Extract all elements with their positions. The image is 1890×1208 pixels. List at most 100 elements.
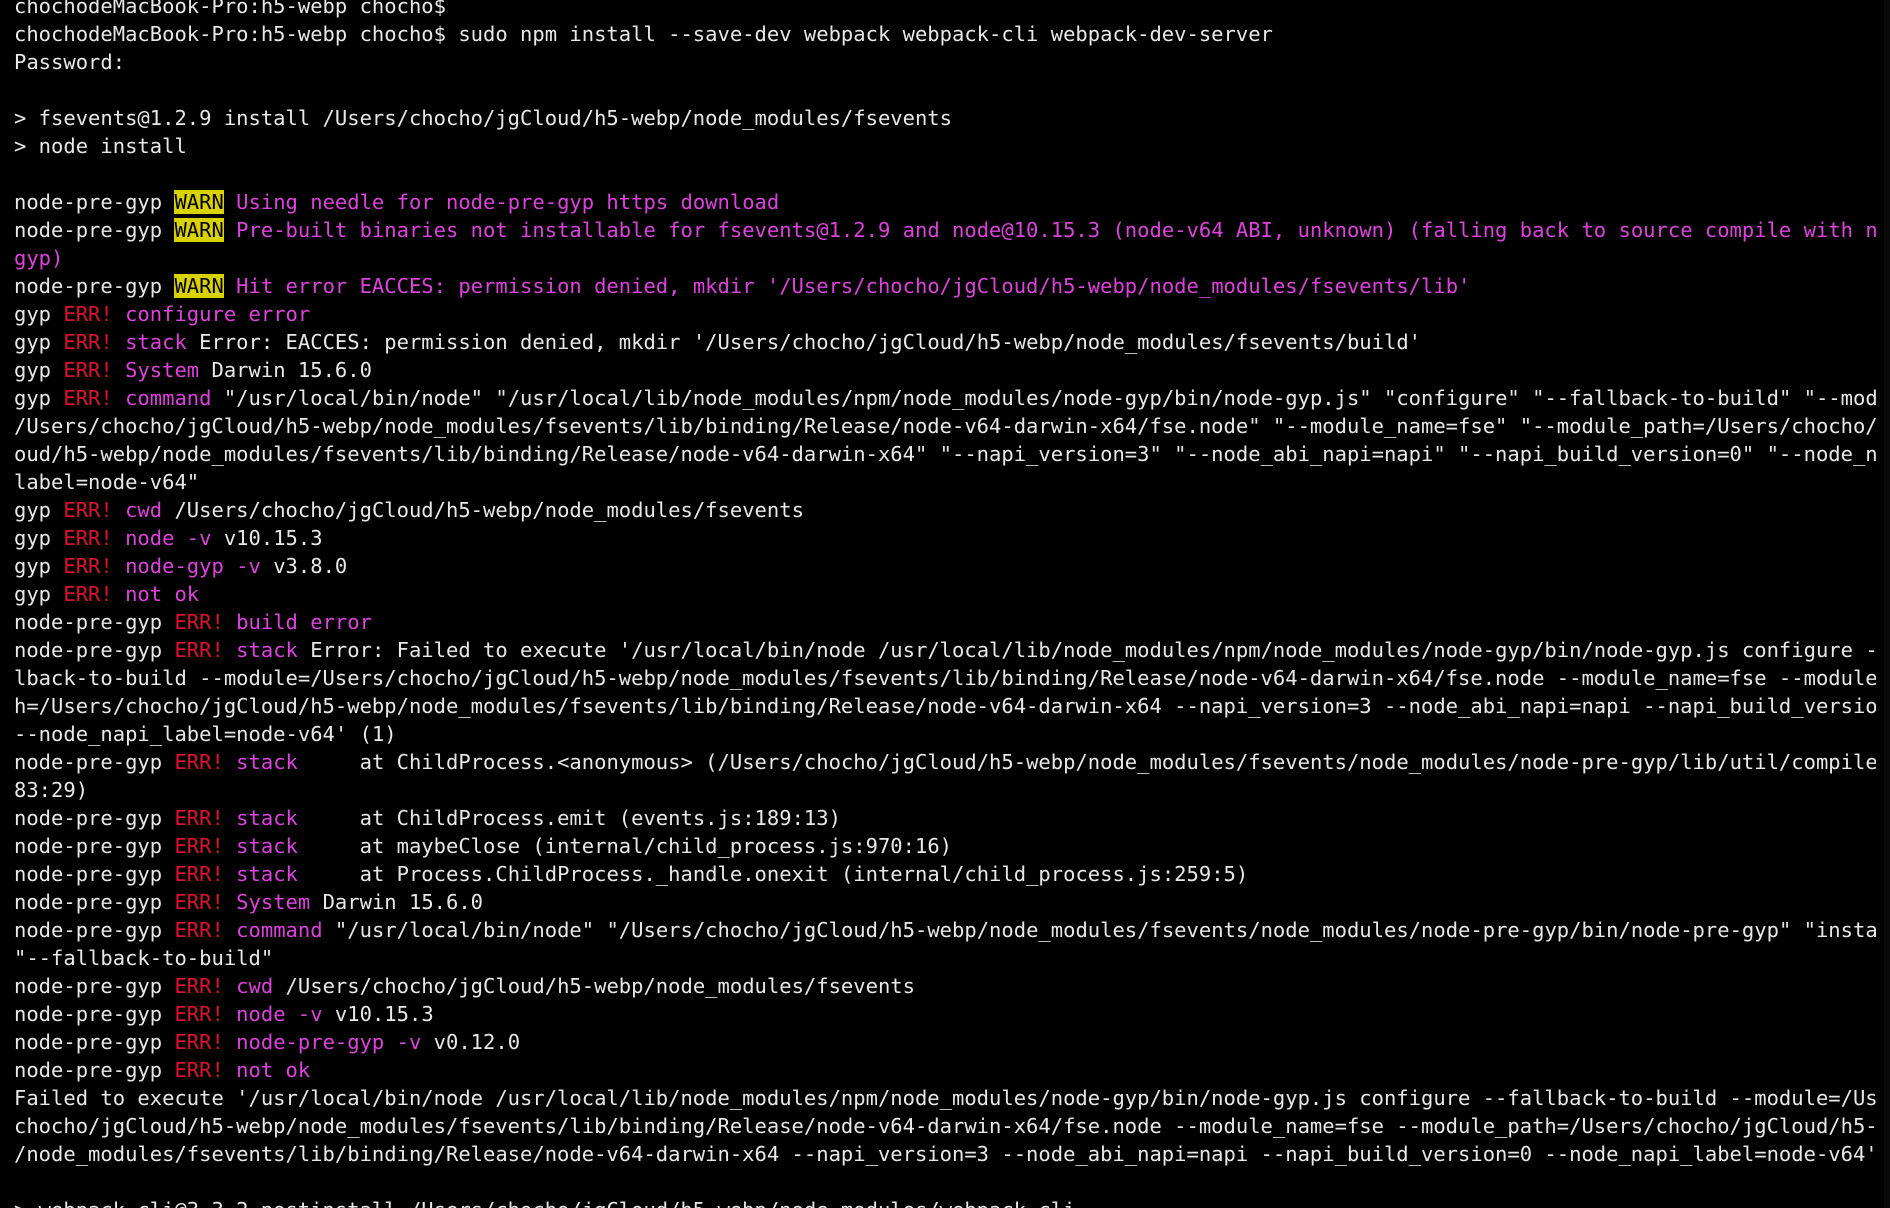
terminal-scrollbar[interactable] (1884, 0, 1890, 1208)
terminal-text: v10.15.3 (211, 526, 323, 550)
terminal-line: > fsevents@1.2.9 install /Users/chocho/j… (14, 104, 1876, 132)
terminal-line: node-pre-gyp ERR! build error (14, 608, 1876, 636)
log-message: stack (223, 834, 298, 858)
terminal-text: gyp (14, 358, 64, 382)
terminal-text: at Process.ChildProcess._handle.onexit (… (297, 862, 1249, 886)
log-message: stack (223, 750, 298, 774)
terminal-line: node-pre-gyp ERR! not ok (14, 1056, 1876, 1084)
terminal-line: node-pre-gyp WARN Pre-built binaries not… (14, 216, 1876, 244)
terminal-text: v0.12.0 (421, 1030, 521, 1054)
log-message: stack (223, 806, 298, 830)
terminal-line: Failed to execute '/usr/local/bin/node /… (14, 1084, 1876, 1112)
terminal-text: at maybeClose (internal/child_process.js… (297, 834, 953, 858)
terminal-text: node-pre-gyp (14, 1030, 175, 1054)
warn-badge: WARN (174, 274, 224, 298)
err-badge: ERR! (174, 834, 224, 858)
terminal-line: label=node-v64" (14, 468, 1876, 496)
log-message: node -v (112, 526, 212, 550)
terminal-text: lback-to-build --module=/Users/chocho/jg… (14, 666, 1876, 690)
terminal-window[interactable]: chochodeMacBook-Pro:h5-webp chocho$ choch… (0, 0, 1890, 1208)
terminal-text: node-pre-gyp (14, 218, 175, 242)
terminal-text: oud/h5-webp/node_modules/fsevents/lib/bi… (14, 442, 1876, 466)
terminal-text: gyp (14, 554, 64, 578)
terminal-text: gyp (14, 526, 64, 550)
terminal-line: gyp ERR! node-gyp -v v3.8.0 (14, 552, 1876, 580)
terminal-text: v3.8.0 (260, 554, 348, 578)
terminal-text: "--fallback-to-build" (14, 946, 274, 970)
terminal-text: > node install (14, 134, 187, 158)
terminal-text: label=node-v64" (14, 470, 200, 494)
log-message: not ok (112, 582, 200, 606)
err-badge: ERR! (174, 638, 224, 662)
terminal-text: gyp (14, 386, 64, 410)
terminal-text: node-pre-gyp (14, 974, 175, 998)
err-badge: ERR! (174, 1002, 224, 1026)
log-message: Using needle for node-pre-gyp https down… (223, 190, 780, 214)
terminal-text: "/usr/local/bin/node" "/Users/chocho/jgC… (322, 918, 1876, 942)
terminal-text: node-pre-gyp (14, 834, 175, 858)
terminal-line: gyp ERR! cwd /Users/chocho/jgCloud/h5-we… (14, 496, 1876, 524)
terminal-text: h=/Users/chocho/jgCloud/h5-webp/node_mod… (14, 694, 1876, 718)
err-badge: ERR! (63, 554, 113, 578)
terminal-text: Error: EACCES: permission denied, mkdir … (186, 330, 1422, 354)
warn-badge: WARN (174, 218, 224, 242)
terminal-line: chochodeMacBook-Pro:h5-webp chocho$ sudo… (14, 20, 1876, 48)
terminal-line: node-pre-gyp ERR! stack Error: Failed to… (14, 636, 1876, 664)
terminal-text: node-pre-gyp (14, 806, 175, 830)
terminal-line: "--fallback-to-build" (14, 944, 1876, 972)
terminal-line: gyp ERR! System Darwin 15.6.0 (14, 356, 1876, 384)
terminal-text: chocho/jgCloud/h5-webp/node_modules/fsev… (14, 1114, 1876, 1138)
terminal-text: gyp (14, 582, 64, 606)
terminal-line: gyp ERR! command "/usr/local/bin/node" "… (14, 384, 1876, 412)
terminal-line: 83:29) (14, 776, 1876, 804)
terminal-line: node-pre-gyp ERR! stack at Process.Child… (14, 860, 1876, 888)
terminal-line: node-pre-gyp WARN Using needle for node-… (14, 188, 1876, 216)
log-message: stack (223, 862, 298, 886)
terminal-text: --node_napi_label=node-v64' (1) (14, 722, 397, 746)
log-message: node -v (223, 1002, 323, 1026)
terminal-line: --node_napi_label=node-v64' (1) (14, 720, 1876, 748)
err-badge: ERR! (63, 302, 113, 326)
err-badge: ERR! (63, 498, 113, 522)
warn-badge: WARN (174, 190, 224, 214)
terminal-line: node-pre-gyp ERR! System Darwin 15.6.0 (14, 888, 1876, 916)
terminal-text: gyp (14, 302, 64, 326)
terminal-text: Password: (14, 50, 126, 74)
err-badge: ERR! (63, 386, 113, 410)
terminal-line: gyp ERR! stack Error: EACCES: permission… (14, 328, 1876, 356)
err-badge: ERR! (174, 1030, 224, 1054)
terminal-line: chocho/jgCloud/h5-webp/node_modules/fsev… (14, 1112, 1876, 1140)
terminal-line: oud/h5-webp/node_modules/fsevents/lib/bi… (14, 440, 1876, 468)
terminal-text: node-pre-gyp (14, 750, 175, 774)
err-badge: ERR! (174, 890, 224, 914)
terminal-line: gyp ERR! configure error (14, 300, 1876, 328)
err-badge: ERR! (174, 750, 224, 774)
terminal-line: node-pre-gyp ERR! stack at ChildProcess.… (14, 748, 1876, 776)
log-message: System (223, 890, 311, 914)
log-message: cwd (223, 974, 274, 998)
terminal-line: node-pre-gyp ERR! command "/usr/local/bi… (14, 916, 1876, 944)
log-message: Pre-built binaries not installable for f… (223, 218, 1876, 242)
err-badge: ERR! (63, 358, 113, 382)
log-message: Hit error EACCES: permission denied, mkd… (223, 274, 1471, 298)
terminal-line: node-pre-gyp ERR! cwd /Users/chocho/jgCl… (14, 972, 1876, 1000)
terminal-text: "/usr/local/bin/node" "/usr/local/lib/no… (211, 386, 1876, 410)
terminal-text: node-pre-gyp (14, 918, 175, 942)
terminal-text: at ChildProcess.emit (events.js:189:13) (297, 806, 841, 830)
terminal-line: gyp ERR! node -v v10.15.3 (14, 524, 1876, 552)
log-message: node-pre-gyp -v (223, 1030, 422, 1054)
terminal-line: /Users/chocho/jgCloud/h5-webp/node_modul… (14, 412, 1876, 440)
terminal-text: chochodeMacBook-Pro:h5-webp chocho$ (14, 0, 446, 18)
terminal-line: gyp ERR! not ok (14, 580, 1876, 608)
err-badge: ERR! (174, 862, 224, 886)
log-message: stack (223, 638, 298, 662)
terminal-text: v10.15.3 (322, 1002, 434, 1026)
err-badge: ERR! (63, 526, 113, 550)
err-badge: ERR! (174, 974, 224, 998)
log-message: command (223, 918, 323, 942)
terminal-text: /node_modules/fsevents/lib/binding/Relea… (14, 1142, 1876, 1166)
terminal-text: node-pre-gyp (14, 1002, 175, 1026)
err-badge: ERR! (63, 582, 113, 606)
